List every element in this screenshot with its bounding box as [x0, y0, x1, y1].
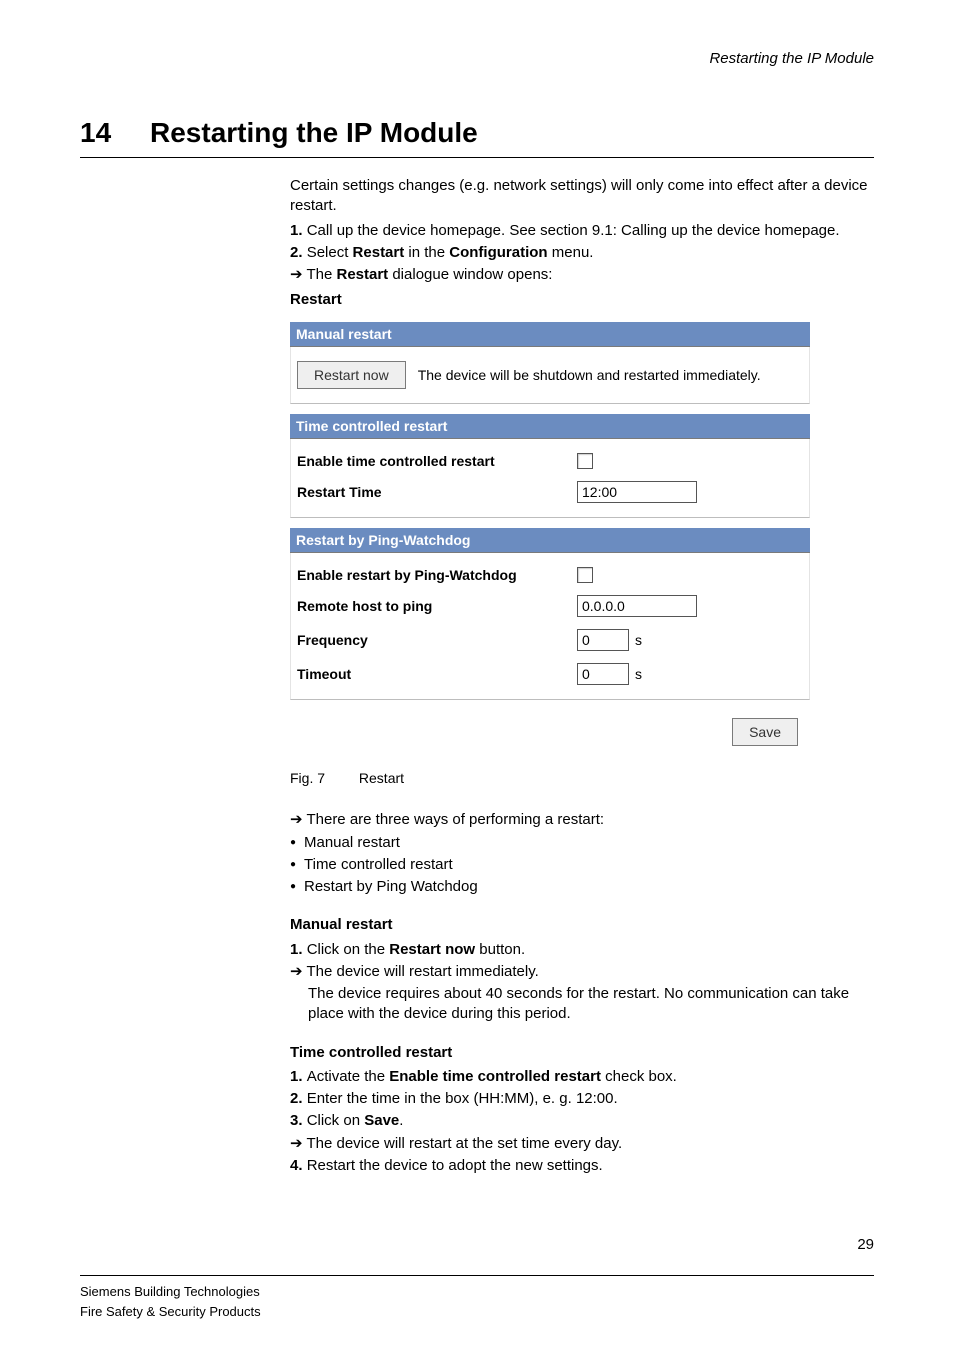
- page-number: 29: [80, 1236, 874, 1253]
- intro-result: The Restart dialogue window opens:: [290, 265, 874, 285]
- restart-dialog-figure: Restart Manual restart Restart now The d…: [290, 291, 874, 746]
- result-text: The device will restart immediately.: [306, 963, 538, 980]
- step-text: Enter the time in the box (HH:MM), e. g.…: [307, 1090, 618, 1107]
- manual-step-1: 1. Click on the Restart now button.: [290, 940, 874, 960]
- step-text: Restart the device to adopt the new sett…: [307, 1157, 603, 1174]
- intro-paragraph: Certain settings changes (e.g. network s…: [290, 176, 874, 217]
- enable-time-restart-label: Enable time controlled restart: [297, 453, 577, 469]
- step-text: button.: [475, 941, 525, 958]
- step-text-bold: Configuration: [449, 244, 547, 261]
- time-step-1: 1. Activate the Enable time controlled r…: [290, 1067, 874, 1087]
- bullet-ping: Restart by Ping Watchdog: [290, 877, 874, 897]
- intro-step-2: 2. Select Restart in the Configuration m…: [290, 243, 874, 263]
- chapter-number: 14: [80, 117, 150, 149]
- figure-title: Restart: [359, 770, 404, 786]
- dialog-title: Restart: [290, 291, 874, 308]
- ping-watchdog-header: Restart by Ping-Watchdog: [290, 528, 810, 553]
- intro-step-1: 1. Call up the device homepage. See sect…: [290, 221, 874, 241]
- save-button[interactable]: Save: [732, 718, 798, 746]
- result-text-bold: Restart: [336, 266, 388, 283]
- manual-result: The device will restart immediately.: [290, 962, 874, 982]
- result-text: dialogue window opens:: [388, 266, 552, 283]
- result-text: The device will restart at the set time …: [306, 1135, 622, 1152]
- time-step-2: 2. Enter the time in the box (HH:MM), e.…: [290, 1089, 874, 1109]
- bullet-time: Time controlled restart: [290, 855, 874, 875]
- manual-restart-header: Manual restart: [290, 322, 810, 347]
- three-ways-line: There are three ways of performing a res…: [290, 810, 874, 830]
- time-result: The device will restart at the set time …: [290, 1134, 874, 1154]
- result-text: The: [306, 266, 336, 283]
- restart-now-description: The device will be shutdown and restarte…: [418, 367, 761, 383]
- step-text: Activate the: [307, 1068, 390, 1085]
- remote-host-input[interactable]: [577, 595, 697, 617]
- step-text: check box.: [601, 1068, 677, 1085]
- running-header: Restarting the IP Module: [80, 50, 874, 67]
- figure-caption: Fig. 7 Restart: [290, 770, 874, 786]
- enable-ping-restart-label: Enable restart by Ping-Watchdog: [297, 567, 577, 583]
- step-text-bold: Restart now: [389, 941, 475, 958]
- remote-host-label: Remote host to ping: [297, 598, 577, 614]
- chapter-heading: 14 Restarting the IP Module: [80, 117, 874, 158]
- step-text-bold: Restart: [353, 244, 405, 261]
- step-text: Click on: [307, 1112, 365, 1129]
- restart-time-input[interactable]: [577, 481, 697, 503]
- manual-sub: The device requires about 40 seconds for…: [308, 984, 874, 1025]
- step-text: .: [399, 1112, 403, 1129]
- time-controlled-header: Time controlled restart: [290, 414, 810, 439]
- figure-number: Fig. 7: [290, 770, 325, 786]
- footer-line-1: Siemens Building Technologies: [80, 1282, 261, 1302]
- frequency-input[interactable]: [577, 629, 629, 651]
- bullet-manual: Manual restart: [290, 833, 874, 853]
- step-number: 2.: [290, 1090, 307, 1107]
- time-restart-heading: Time controlled restart: [290, 1043, 874, 1063]
- time-step-3: 3. Click on Save.: [290, 1111, 874, 1131]
- restart-time-label: Restart Time: [297, 484, 577, 500]
- step-number: 3.: [290, 1112, 307, 1129]
- step-text: Click on the: [307, 941, 390, 958]
- frequency-label: Frequency: [297, 632, 577, 648]
- enable-time-restart-checkbox[interactable]: [577, 453, 593, 469]
- step-number: 1.: [290, 222, 307, 239]
- step-text: in the: [404, 244, 449, 261]
- page-footer: 29 Siemens Building Technologies Fire Sa…: [80, 1258, 874, 1321]
- footer-line-2: Fire Safety & Security Products: [80, 1302, 261, 1322]
- chapter-title: Restarting the IP Module: [150, 117, 478, 149]
- timeout-label: Timeout: [297, 666, 577, 682]
- step-text-bold: Save: [364, 1112, 399, 1129]
- three-ways-text: There are three ways of performing a res…: [306, 811, 604, 828]
- enable-ping-restart-checkbox[interactable]: [577, 567, 593, 583]
- step-text: Call up the device homepage. See section…: [307, 222, 840, 239]
- step-text: Select: [307, 244, 353, 261]
- frequency-unit: s: [635, 632, 642, 648]
- step-number: 4.: [290, 1157, 307, 1174]
- restart-now-button[interactable]: Restart now: [297, 361, 406, 389]
- manual-restart-heading: Manual restart: [290, 915, 874, 935]
- step-number: 1.: [290, 941, 307, 958]
- step-number: 2.: [290, 244, 307, 261]
- timeout-input[interactable]: [577, 663, 629, 685]
- time-step-4: 4. Restart the device to adopt the new s…: [290, 1156, 874, 1176]
- step-text: menu.: [548, 244, 594, 261]
- step-number: 1.: [290, 1068, 307, 1085]
- timeout-unit: s: [635, 666, 642, 682]
- step-text-bold: Enable time controlled restart: [389, 1068, 601, 1085]
